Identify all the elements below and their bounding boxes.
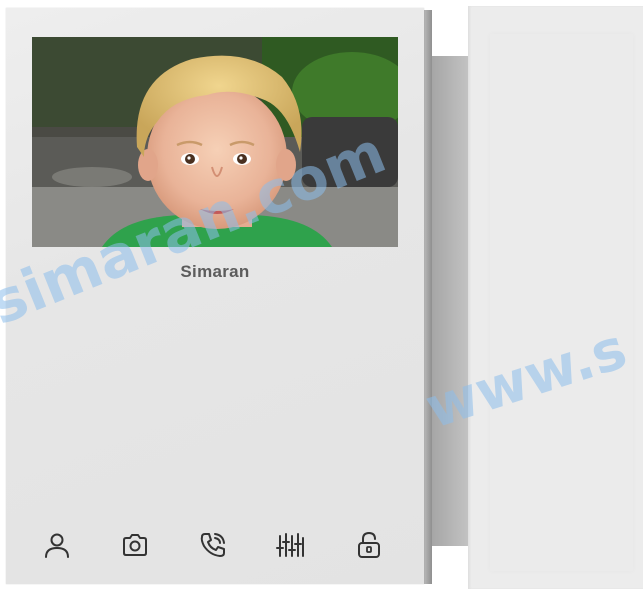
handset — [468, 6, 643, 589]
camera-icon — [123, 534, 147, 556]
contacts-button[interactable] — [40, 528, 74, 562]
equalizer-icon — [276, 533, 304, 557]
settings-button[interactable] — [274, 528, 308, 562]
mount-bar — [432, 56, 468, 546]
handset-face — [490, 34, 633, 571]
user-icon — [45, 533, 69, 558]
unlock-icon — [358, 531, 380, 558]
unlock-button[interactable] — [352, 528, 386, 562]
device-edge — [424, 10, 432, 584]
caller-video — [32, 37, 398, 247]
caller-name: Simaran — [180, 262, 250, 281]
phone-call-icon — [200, 533, 225, 557]
control-bar — [0, 528, 424, 568]
snapshot-button[interactable] — [118, 528, 152, 562]
video-screen — [32, 37, 398, 247]
call-button[interactable] — [196, 528, 230, 562]
